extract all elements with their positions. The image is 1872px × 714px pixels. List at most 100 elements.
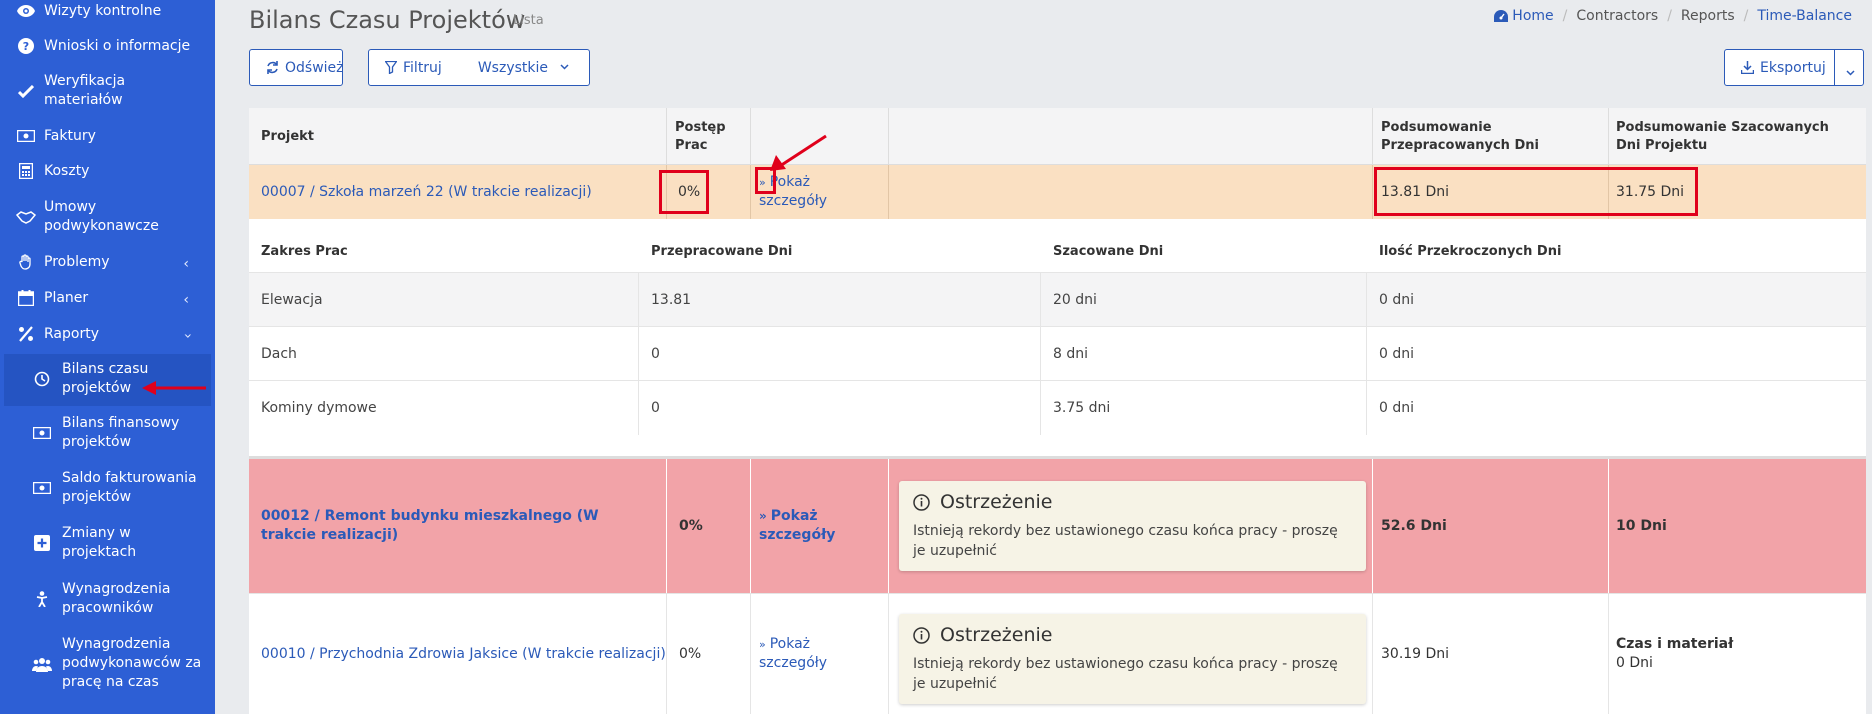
- worked-days: 30.19 Dni: [1373, 594, 1609, 714]
- chevron-left-icon: ‹: [183, 256, 189, 272]
- chevron-down-icon: [560, 62, 569, 73]
- breadcrumb-reports[interactable]: Reports: [1681, 8, 1735, 24]
- sidebar-item-problemy[interactable]: Problemy ‹: [0, 253, 215, 272]
- sidebar-item-label: Wynagrodzenia podwykonawców za pracę na …: [62, 636, 202, 690]
- details-header-worked: Przepracowane Dni: [651, 243, 793, 259]
- annotation-arrow: [142, 381, 206, 395]
- info-circle-icon: [913, 493, 930, 511]
- sidebar-subitem-saldo[interactable]: Saldo fakturowania projektów: [0, 469, 215, 507]
- money-bill-icon: [32, 424, 52, 442]
- warning-title: Ostrzeżenie: [940, 491, 1053, 513]
- sidebar-item-label: Zmiany w projektach: [62, 525, 137, 560]
- header-estimated: Podsumowanie Szacowanych Dni Projektu: [1616, 119, 1829, 153]
- details-header-scope: Zakres Prac: [261, 243, 348, 259]
- show-details-toggle[interactable]: » Pokaż szczegóły: [751, 459, 889, 593]
- page-subtitle: Lista: [513, 13, 544, 28]
- percent-icon: [16, 325, 36, 343]
- details-header-estimated: Szacowane Dni: [1053, 243, 1164, 259]
- refresh-label: Odśwież: [285, 59, 344, 76]
- svg-text:?: ?: [23, 40, 29, 53]
- header-worked: Podsumowanie Przepracowanych Dni: [1373, 108, 1609, 165]
- warning-text: Istnieją rekordy bez ustawionego czasu k…: [913, 523, 1338, 559]
- header-warning: [889, 108, 1373, 165]
- breadcrumb-separator: /: [1743, 8, 1749, 24]
- sidebar-item-planer[interactable]: Planer ‹: [0, 289, 215, 308]
- warning-cell: [889, 165, 1373, 219]
- sidebar-item-label: Weryfikacja materiałów: [44, 73, 126, 108]
- details-header-exceeded: Ilość Przekroczonych Dni: [1379, 243, 1562, 259]
- estimated-value: 0 Dni: [1616, 655, 1653, 671]
- chevron-down-icon[interactable]: [1846, 64, 1855, 80]
- table-header: Projekt Postęp Prac Podsumowanie Przepra…: [249, 108, 1866, 165]
- annotation-box-progress: [659, 170, 709, 214]
- clock-icon: [32, 370, 52, 388]
- sidebar-item-umowy[interactable]: Umowy podwykonawcze: [0, 198, 215, 236]
- sidebar: Wizyty kontrolne ? Wnioski o informacje …: [0, 0, 215, 714]
- sidebar-item-wnioski[interactable]: ? Wnioski o informacje: [0, 37, 215, 56]
- estimated-days: 10 Dni: [1616, 517, 1667, 534]
- warning-text: Istnieją rekordy bez ustawionego czasu k…: [913, 656, 1338, 692]
- chevron-double-right-icon: »: [759, 509, 767, 523]
- breadcrumb-time-balance[interactable]: Time-Balance: [1757, 8, 1852, 24]
- sidebar-subitem-zmiany[interactable]: Zmiany w projektach: [0, 524, 215, 562]
- progress-value: 0%: [667, 459, 751, 593]
- table-row: 00010 / Przychodnia Zdrowia Jaksice (W t…: [249, 593, 1866, 714]
- export-button[interactable]: Eksportuj: [1724, 49, 1864, 86]
- handshake-icon: [16, 208, 36, 226]
- details-header: Zakres Prac Przepracowane Dni Szacowane …: [249, 233, 1866, 269]
- warning-title: Ostrzeżenie: [940, 624, 1053, 646]
- filter-icon: [385, 61, 397, 74]
- check-icon: [16, 82, 36, 100]
- money-bill-icon: [16, 127, 36, 145]
- chevron-double-down-icon: »: [759, 638, 766, 651]
- annotation-box-summary: [1374, 167, 1698, 216]
- page-title: Bilans Czasu Projektów: [249, 6, 526, 34]
- sidebar-item-faktury[interactable]: Faktury: [0, 127, 215, 146]
- show-details-toggle[interactable]: » Pokaż szczegóły: [751, 594, 889, 714]
- header-progress: Postęp Prac: [667, 108, 751, 165]
- sidebar-item-koszty[interactable]: Koszty: [0, 162, 215, 181]
- project-link[interactable]: 00010 / Przychodnia Zdrowia Jaksice (W t…: [249, 594, 667, 714]
- sidebar-item-label: Umowy podwykonawcze: [44, 199, 159, 234]
- sidebar-item-raporty[interactable]: Raporty ‹: [0, 325, 215, 344]
- breadcrumb-contractors[interactable]: Contractors: [1576, 8, 1658, 24]
- breadcrumb-home[interactable]: Home: [1512, 8, 1553, 24]
- eye-icon: [16, 2, 36, 20]
- details-row: Elewacja 13.81 20 dni 0 dni: [249, 272, 1866, 327]
- plus-square-icon: [32, 534, 52, 552]
- sidebar-item-wizyty[interactable]: Wizyty kontrolne: [0, 2, 215, 21]
- filter-value: Wszystkie: [477, 59, 548, 76]
- download-icon: [1741, 61, 1754, 74]
- sidebar-subitem-wynagrodzenia-podwykonawcow[interactable]: Wynagrodzenia podwykonawców za pracę na …: [0, 635, 215, 692]
- sidebar-item-label: Bilans finansowy projektów: [62, 415, 180, 450]
- details-row: Dach 0 8 dni 0 dni: [249, 326, 1866, 381]
- project-link[interactable]: 00012 / Remont budynku mieszkalnego (W t…: [249, 459, 667, 593]
- refresh-button[interactable]: Odśwież: [249, 49, 344, 86]
- estimated-days: Czas i materiał 0 Dni: [1609, 594, 1866, 714]
- breadcrumb-separator: /: [1667, 8, 1672, 24]
- sidebar-item-weryfikacja[interactable]: Weryfikacja materiałów: [0, 72, 215, 110]
- progress-value: 0%: [667, 594, 751, 714]
- breadcrumb-separator: /: [1562, 8, 1568, 24]
- sidebar-item-label: Wnioski o informacje: [44, 38, 191, 54]
- breadcrumb: Home / Contractors / Reports / Time-Bala…: [1494, 8, 1852, 24]
- worked-days: 52.6 Dni: [1373, 459, 1609, 593]
- sidebar-item-label: Planer: [44, 290, 89, 306]
- warning-alert: Ostrzeżenie Istnieją rekordy bez ustawio…: [899, 614, 1366, 704]
- dashboard-icon: [1494, 8, 1509, 24]
- sidebar-item-label: Saldo fakturowania projektów: [62, 470, 197, 505]
- sidebar-item-label: Problemy: [44, 254, 110, 270]
- sidebar-item-label: Faktury: [44, 128, 96, 144]
- details-row: Kominy dymowe 0 3.75 dni 0 dni: [249, 380, 1866, 435]
- header-project: Projekt: [249, 108, 667, 165]
- filter-button[interactable]: Filtruj Wszystkie: [368, 49, 590, 86]
- filter-label: Filtruj: [403, 59, 442, 76]
- info-circle-icon: [913, 626, 930, 644]
- sidebar-subitem-bilans-finansowy[interactable]: Bilans finansowy projektów: [0, 414, 215, 452]
- table-row: 00012 / Remont budynku mieszkalnego (W t…: [249, 459, 1866, 593]
- sidebar-subitem-wynagrodzenia-pracownikow[interactable]: Wynagrodzenia pracowników: [0, 580, 215, 618]
- calculator-icon: [16, 162, 36, 180]
- project-link[interactable]: 00007 / Szkoła marzeń 22 (W trakcie real…: [249, 165, 667, 219]
- sidebar-item-label: Raporty: [44, 326, 99, 342]
- warning-alert: Ostrzeżenie Istnieją rekordy bez ustawio…: [899, 481, 1366, 571]
